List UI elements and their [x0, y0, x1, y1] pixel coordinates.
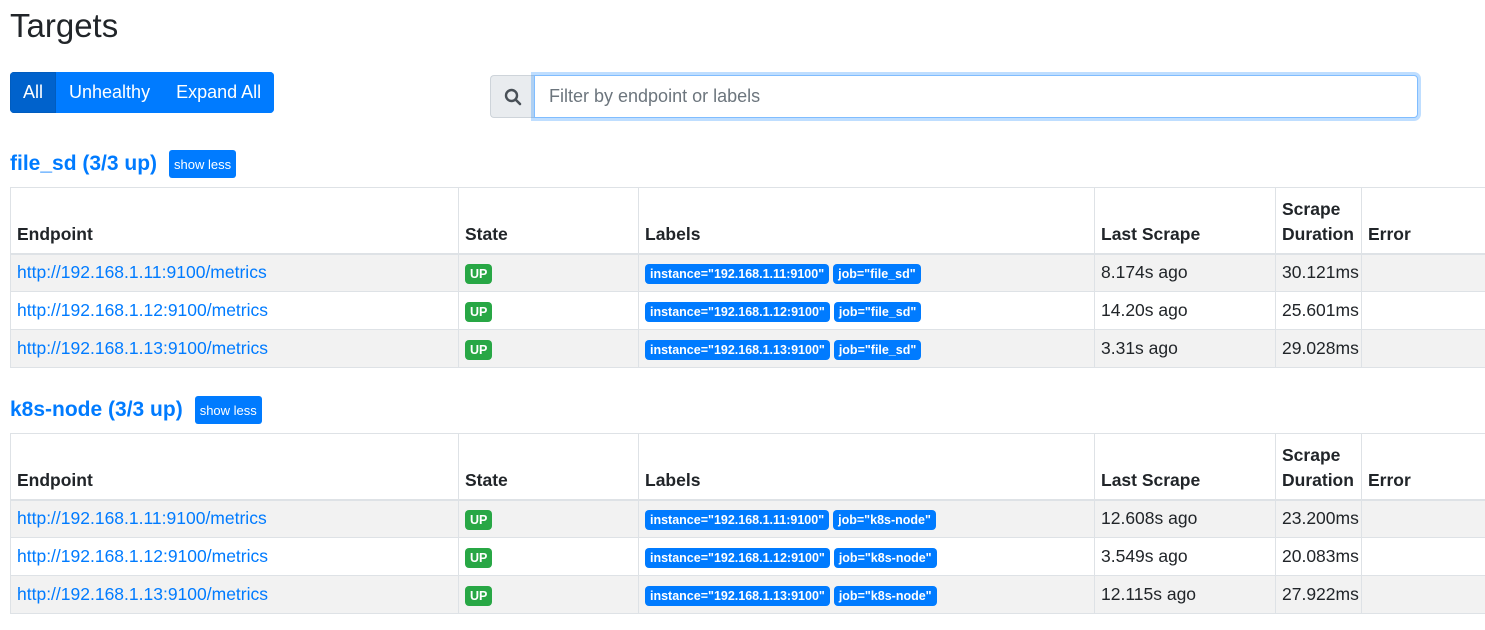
last-scrape-cell: 14.20s ago [1094, 291, 1276, 330]
column-header-labels: Labels [638, 433, 1095, 501]
state-badge: UP [465, 509, 493, 530]
scrape-duration-cell: 30.121ms [1275, 253, 1362, 292]
error-cell [1361, 537, 1485, 576]
show-less-button[interactable]: show less [194, 396, 262, 424]
scrape-duration-cell: 25.601ms [1275, 291, 1362, 330]
pool-title-file-sd[interactable]: file_sd (3/3 up) [10, 152, 157, 176]
search-icon [490, 75, 534, 118]
label-badge-instance: instance="192.168.1.11:9100" [645, 263, 830, 284]
column-header-scrape-duration: Scrape Duration [1275, 187, 1362, 255]
page-title: Targets [10, 7, 119, 44]
column-header-labels: Labels [638, 187, 1095, 255]
state-badge: UP [465, 339, 493, 360]
endpoint-link[interactable]: http://192.168.1.11:9100/metrics [17, 262, 267, 282]
label-badge-job: job="k8s-node" [833, 509, 936, 530]
pool-header-file-sd: file_sd (3/3 up) show less [10, 150, 237, 178]
table-row: http://192.168.1.12:9100/metrics UP inst… [10, 291, 1485, 330]
scrape-duration-cell: 29.028ms [1275, 329, 1362, 368]
endpoint-link[interactable]: http://192.168.1.11:9100/metrics [17, 508, 267, 528]
error-cell [1361, 291, 1485, 330]
label-badge-job: job="k8s-node" [833, 585, 937, 606]
last-scrape-cell: 3.549s ago [1094, 537, 1276, 576]
targets-table-file-sd: Endpoint State Labels Last Scrape Scrape… [10, 187, 1485, 368]
state-badge: UP [465, 301, 493, 322]
endpoint-link[interactable]: http://192.168.1.12:9100/metrics [17, 546, 268, 566]
label-badge-instance: instance="192.168.1.11:9100" [645, 509, 830, 530]
pool-title-k8s-node[interactable]: k8s-node (3/3 up) [10, 398, 183, 422]
filter-unhealthy-button[interactable]: Unhealthy [56, 72, 164, 113]
show-less-button[interactable]: show less [169, 150, 237, 178]
column-header-error: Error [1361, 433, 1485, 501]
filter-button-group: All Unhealthy Expand All [10, 72, 275, 113]
table-row: http://192.168.1.13:9100/metrics UP inst… [10, 575, 1485, 614]
error-cell [1361, 329, 1485, 368]
label-badge-instance: instance="192.168.1.13:9100" [645, 585, 830, 606]
label-badge-instance: instance="192.168.1.12:9100" [645, 301, 830, 322]
label-badge-job: job="file_sd" [833, 301, 922, 322]
last-scrape-cell: 3.31s ago [1094, 329, 1276, 368]
error-cell [1361, 575, 1485, 614]
scrape-duration-cell: 23.200ms [1275, 499, 1362, 538]
search-bar [490, 75, 1418, 118]
state-badge: UP [465, 547, 493, 568]
endpoint-link[interactable]: http://192.168.1.12:9100/metrics [17, 300, 268, 320]
column-header-state: State [458, 187, 639, 255]
search-input[interactable] [534, 75, 1418, 118]
filter-all-button[interactable]: All [10, 72, 57, 113]
endpoint-link[interactable]: http://192.168.1.13:9100/metrics [17, 584, 268, 604]
table-row: http://192.168.1.12:9100/metrics UP inst… [10, 537, 1485, 576]
last-scrape-cell: 12.608s ago [1094, 499, 1276, 538]
endpoint-link[interactable]: http://192.168.1.13:9100/metrics [17, 338, 268, 358]
column-header-last-scrape: Last Scrape [1094, 433, 1276, 501]
table-row: http://192.168.1.11:9100/metrics UP inst… [10, 499, 1485, 538]
column-header-scrape-duration: Scrape Duration [1275, 433, 1362, 501]
label-badge-job: job="file_sd" [833, 339, 922, 360]
label-badge-job: job="k8s-node" [833, 547, 937, 568]
scrape-duration-cell: 27.922ms [1275, 575, 1362, 614]
error-cell [1361, 253, 1485, 292]
column-header-endpoint: Endpoint [10, 187, 459, 255]
column-header-endpoint: Endpoint [10, 433, 459, 501]
state-badge: UP [465, 263, 493, 284]
targets-table-k8s-node: Endpoint State Labels Last Scrape Scrape… [10, 433, 1485, 614]
label-badge-job: job="file_sd" [833, 263, 921, 284]
label-badge-instance: instance="192.168.1.12:9100" [645, 547, 830, 568]
scrape-duration-cell: 20.083ms [1275, 537, 1362, 576]
last-scrape-cell: 12.115s ago [1094, 575, 1276, 614]
expand-all-button[interactable]: Expand All [163, 72, 275, 113]
label-badge-instance: instance="192.168.1.13:9100" [645, 339, 830, 360]
error-cell [1361, 499, 1485, 538]
table-row: http://192.168.1.11:9100/metrics UP inst… [10, 253, 1485, 292]
column-header-state: State [458, 433, 639, 501]
pool-header-k8s-node: k8s-node (3/3 up) show less [10, 396, 262, 424]
column-header-last-scrape: Last Scrape [1094, 187, 1276, 255]
last-scrape-cell: 8.174s ago [1094, 253, 1276, 292]
column-header-error: Error [1361, 187, 1485, 255]
table-row: http://192.168.1.13:9100/metrics UP inst… [10, 329, 1485, 368]
state-badge: UP [465, 585, 493, 606]
